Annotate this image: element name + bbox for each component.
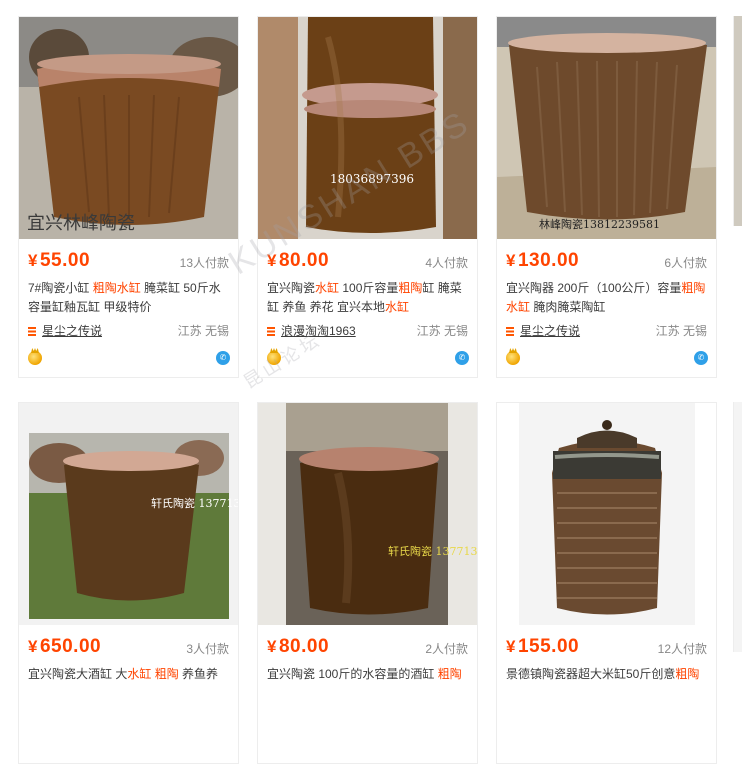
price: ¥55.00: [28, 250, 91, 271]
sales-count: 12人付款: [657, 642, 707, 656]
gold-seller-icon[interactable]: [28, 351, 42, 365]
title-text: 7#陶瓷小缸: [28, 281, 93, 295]
title-highlight: 水缸: [315, 281, 340, 295]
sales-count: 4人付款: [425, 256, 468, 270]
title-highlight: 粗陶水缸: [92, 281, 141, 295]
product-card[interactable]: 宜兴林峰陶瓷 ¥55.00 13人付款 7#陶瓷小缸 粗陶水缸 腌菜缸 50斤水…: [18, 16, 239, 378]
wangwang-icon[interactable]: ✆: [694, 351, 708, 365]
sales-count: 6人付款: [664, 256, 707, 270]
product-card[interactable]: 轩氏陶瓷 13771326421 13373629690 ¥650.00 3人付…: [18, 402, 239, 764]
wangwang-icon[interactable]: ✆: [455, 351, 469, 365]
shop-icon: [506, 327, 514, 336]
product-image[interactable]: [497, 403, 716, 625]
next-card-peek[interactable]: [733, 16, 742, 226]
product-card[interactable]: ¥155.00 12人付款 景德镇陶瓷器超大米缸50斤创意粗陶: [496, 402, 717, 764]
price: ¥130.00: [506, 250, 580, 271]
product-title[interactable]: 宜兴陶器 200斤（100公斤）容量粗陶水缸 腌肉腌菜陶缸: [506, 279, 709, 317]
product-card[interactable]: 轩氏陶瓷 13771326421 13373629690 ¥80.00 2人付款…: [257, 402, 478, 764]
location: 江苏 无锡: [655, 324, 707, 338]
location: 江苏 无锡: [177, 324, 229, 338]
wangwang-icon[interactable]: ✆: [216, 351, 230, 365]
gold-seller-icon[interactable]: [506, 351, 520, 365]
shop-link[interactable]: 星尘之传说: [506, 322, 580, 339]
image-watermark: 18036897396: [330, 172, 414, 186]
next-card-peek[interactable]: [733, 402, 742, 652]
image-watermark: 轩氏陶瓷 13771326421 13373629690: [388, 544, 477, 558]
title-highlight: 粗陶: [437, 667, 462, 681]
product-image[interactable]: 林峰陶瓷13812239581: [497, 17, 716, 239]
title-text: 宜兴陶瓷: [267, 281, 316, 295]
sales-count: 3人付款: [186, 642, 229, 656]
shop-icon: [267, 327, 275, 336]
title-highlight: 粗陶: [675, 667, 700, 681]
image-watermark: 轩氏陶瓷 13771326421 13373629690: [151, 496, 238, 510]
product-image[interactable]: 轩氏陶瓷 13771326421 13373629690: [19, 403, 238, 625]
price: ¥80.00: [267, 636, 330, 657]
title-text: 腌肉腌菜陶缸: [530, 300, 606, 314]
image-watermark: 宜兴林峰陶瓷: [27, 213, 135, 234]
shop-link[interactable]: 星尘之传说: [28, 322, 102, 339]
product-image[interactable]: 宜兴林峰陶瓷: [19, 17, 238, 239]
title-highlight: 水缸: [385, 300, 410, 314]
location: 江苏 无锡: [416, 324, 468, 338]
product-title[interactable]: 7#陶瓷小缸 粗陶水缸 腌菜缸 50斤水容量缸釉瓦缸 甲级特价: [28, 279, 231, 317]
title-highlight: 粗陶: [154, 667, 179, 681]
sales-count: 2人付款: [425, 642, 468, 656]
product-card[interactable]: 18036897396 ¥80.00 4人付款 宜兴陶瓷水缸 100斤容量粗陶缸…: [257, 16, 478, 378]
product-title[interactable]: 宜兴陶瓷水缸 100斤容量粗陶缸 腌菜缸 养鱼 养花 宜兴本地水缸: [267, 279, 470, 317]
title-text: 景德镇陶瓷器超大米缸50斤创意: [506, 667, 676, 681]
product-card[interactable]: 林峰陶瓷13812239581 ¥130.00 6人付款 宜兴陶器 200斤（1…: [496, 16, 717, 378]
title-text: 100斤容量: [339, 281, 399, 295]
image-watermark: 林峰陶瓷13812239581: [539, 217, 660, 231]
product-image[interactable]: 18036897396: [258, 17, 477, 239]
sales-count: 13人付款: [179, 256, 229, 270]
title-highlight: 水缸: [127, 667, 152, 681]
price: ¥80.00: [267, 250, 330, 271]
product-image[interactable]: 轩氏陶瓷 13771326421 13373629690: [258, 403, 477, 625]
title-text: 宜兴陶器 200斤（100公斤）容量: [506, 281, 682, 295]
title-text: 宜兴陶瓷大酒缸 大: [28, 667, 128, 681]
title-text: 养鱼养: [178, 667, 219, 681]
price: ¥155.00: [506, 636, 580, 657]
title-highlight: 粗陶: [398, 281, 423, 295]
price: ¥650.00: [28, 636, 102, 657]
shop-icon: [28, 327, 36, 336]
title-text: 宜兴陶瓷 100斤的水容量的酒缸: [267, 667, 438, 681]
